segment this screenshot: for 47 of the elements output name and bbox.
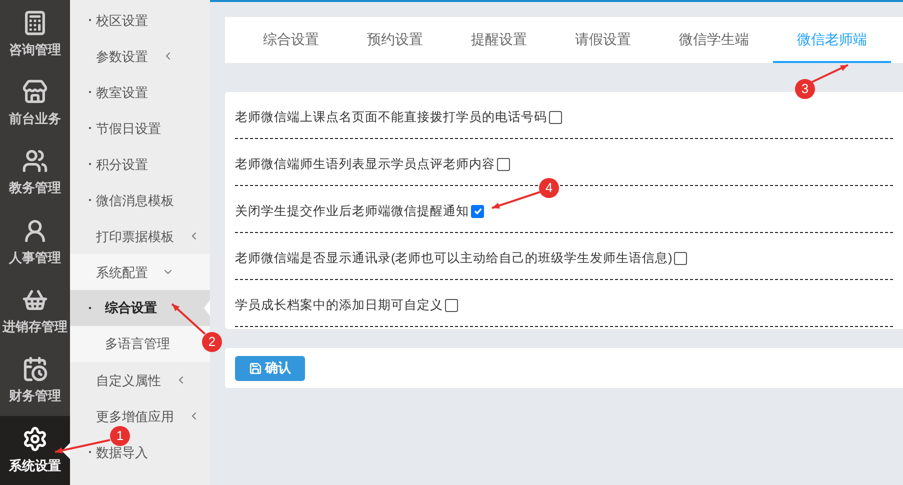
rail-item[interactable]: 前台业务: [0, 69, 70, 139]
setting-label: 学员成长档案中的添加日期可自定义: [235, 296, 443, 314]
tab[interactable]: 请假设置: [551, 17, 655, 63]
submenu-item[interactable]: 参数设置: [96, 48, 148, 64]
submenu-item[interactable]: 教室设置: [96, 84, 148, 100]
checkbox[interactable]: [445, 298, 458, 312]
submenu-item[interactable]: 校区设置: [96, 12, 148, 28]
tab[interactable]: 提醒设置: [447, 17, 551, 63]
submenu-item[interactable]: 数据导入: [96, 444, 148, 460]
rail-item[interactable]: 咨询管理: [0, 0, 70, 70]
cash-register-icon: [22, 10, 48, 36]
checkbox[interactable]: [549, 110, 562, 124]
submenu-item[interactable]: 微信消息模板: [96, 192, 174, 208]
step-badge: 3: [795, 79, 815, 99]
submenu-item[interactable]: 打印票据模板: [96, 228, 174, 244]
step-badge: 2: [202, 332, 222, 352]
annotation-arrow: [492, 191, 540, 209]
setting-label: 老师微信端上课点名页面不能直接拨打学员的电话号码: [235, 108, 547, 126]
checkbox[interactable]: [674, 252, 688, 264]
checkbox[interactable]: [471, 204, 484, 218]
calendar-clock-icon: [22, 356, 48, 382]
annotation-arrow: [171, 303, 206, 335]
setting-label: 关闭学生提交作业后老师端微信提醒通知: [235, 202, 469, 220]
submenu-item[interactable]: 更多增值应用: [96, 408, 174, 424]
rail-item[interactable]: 教务管理: [0, 138, 70, 208]
setting-label: 老师微信端师生语列表显示学员点评老师内容: [235, 156, 495, 173]
save-icon: [249, 362, 262, 374]
submenu-item[interactable]: 积分设置: [96, 156, 148, 172]
rail-item[interactable]: 财务管理: [0, 346, 70, 416]
submenu-item[interactable]: 综合设置: [70, 290, 210, 326]
rail-item[interactable]: 系统设置: [0, 416, 70, 485]
pointer-icon: [204, 300, 210, 316]
people-group-icon: [22, 148, 48, 174]
submenu-item[interactable]: 自定义属性: [96, 372, 161, 388]
checkbox[interactable]: [497, 158, 510, 170]
tab[interactable]: 微信学生端: [655, 17, 773, 63]
store-icon: [22, 79, 48, 106]
submenu-item[interactable]: 节假日设置: [96, 120, 161, 136]
tab[interactable]: 综合设置: [239, 17, 343, 63]
rail-item[interactable]: 进销存管理: [0, 277, 70, 346]
annotation-arrow: [812, 64, 848, 83]
submenu-item[interactable]: 多语言管理: [70, 326, 210, 362]
tab[interactable]: 预约设置: [343, 17, 447, 63]
gear-icon: [22, 426, 48, 452]
rail-item[interactable]: 人事管理: [0, 208, 70, 278]
setting-label: 老师微信端是否显示通讯录(老师也可以主动给自己的班级学生发师生语信息): [235, 250, 672, 267]
submenu-item[interactable]: 系统配置: [70, 254, 210, 290]
